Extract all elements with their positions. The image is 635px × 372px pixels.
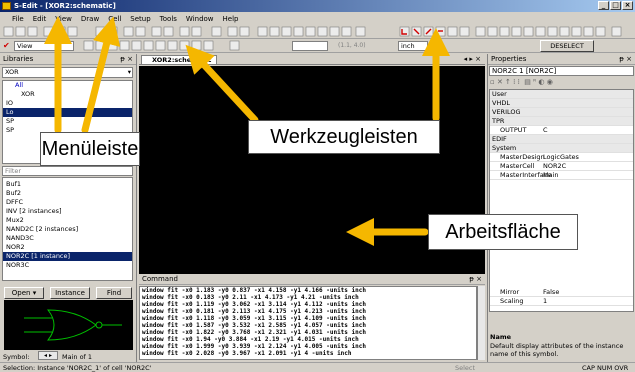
arrow-to-menu-2: [81, 16, 121, 134]
annotation-arrows: [44, 16, 450, 246]
arrow-to-toolbar-left: [185, 44, 259, 124]
callout-toolbars: Werkzeugleisten: [248, 120, 440, 154]
callout-menubar: Menüleiste: [40, 132, 140, 166]
callout-workspace: Arbeitsfläche: [428, 214, 578, 250]
